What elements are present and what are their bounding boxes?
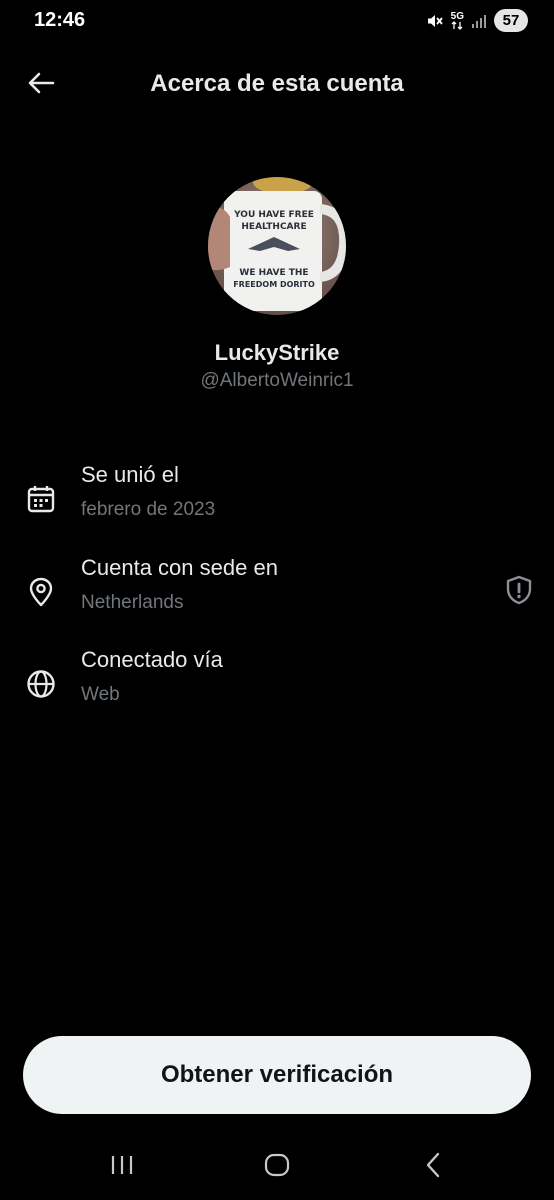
handle: @AlbertoWeinric1 (200, 370, 354, 391)
joined-label: Se unió el (81, 462, 179, 487)
back-icon[interactable] (413, 1148, 453, 1182)
recent-apps-icon[interactable] (102, 1148, 142, 1182)
location-label: Cuenta con sede en (81, 555, 278, 580)
location-pin-icon (24, 575, 58, 609)
network-5g-icon: 5G (450, 10, 464, 30)
system-nav-bar (0, 1130, 554, 1200)
joined-row: Se unió el febrero de 2023 (0, 462, 554, 532)
location-row: Cuenta con sede en Netherlands (0, 555, 554, 625)
status-icons: 5G 57 (426, 9, 528, 32)
globe-icon (24, 667, 58, 701)
avatar-text-3: WE HAVE THE (239, 268, 308, 278)
avatar-text-1: YOU HAVE FREE (233, 210, 314, 220)
avatar[interactable]: YOU HAVE FREE HEALTHCARE WE HAVE THE FRE… (208, 177, 346, 315)
signal-icon (471, 13, 487, 29)
network-type: 5G (450, 10, 464, 22)
home-icon[interactable] (257, 1148, 297, 1182)
mute-icon (426, 12, 444, 30)
battery-icon: 57 (494, 9, 528, 32)
avatar-text-2: HEALTHCARE (241, 222, 306, 232)
screen: 12:46 5G 57 Acerca de esta cuenta YOU HA… (0, 0, 554, 1200)
get-verified-button[interactable]: Obtener verificación (23, 1036, 531, 1114)
status-time: 12:46 (34, 9, 86, 31)
calendar-icon (24, 482, 58, 516)
display-name: LuckyStrike (214, 340, 340, 365)
header: Acerca de esta cuenta (0, 56, 554, 112)
page-title: Acerca de esta cuenta (150, 70, 404, 97)
connected-row: Conectado vía Web (0, 647, 554, 717)
location-value: Netherlands (81, 592, 184, 613)
connected-value: Web (81, 684, 120, 705)
battery-level: 57 (502, 12, 520, 29)
avatar-text-4: FREEDOM DORITO (233, 280, 315, 289)
joined-value: febrero de 2023 (81, 499, 216, 520)
connected-label: Conectado vía (81, 647, 223, 672)
shield-alert-icon[interactable] (504, 573, 534, 607)
status-bar: 12:46 5G 57 (0, 0, 554, 44)
